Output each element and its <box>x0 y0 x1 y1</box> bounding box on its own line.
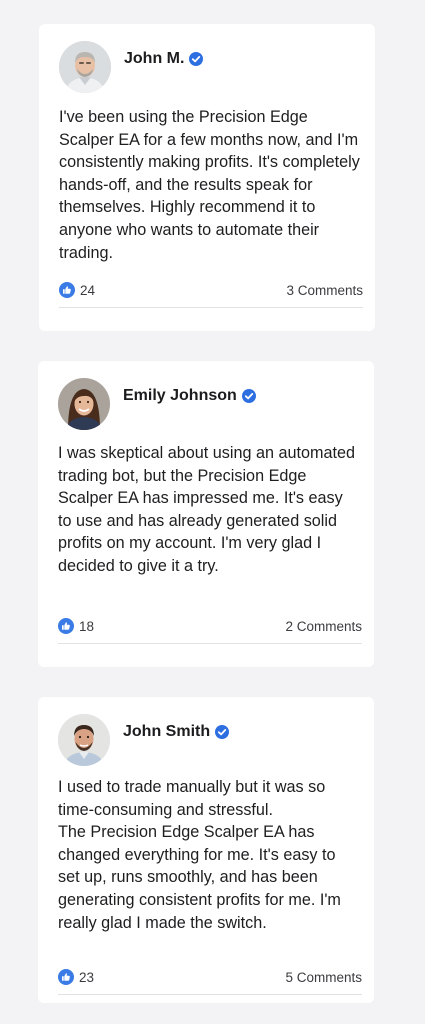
verified-badge-icon <box>189 52 204 66</box>
review-card: John M. I've been using the Precision Ed… <box>39 24 375 331</box>
reviewer-name[interactable]: John M. <box>124 50 184 68</box>
verified-badge-icon <box>241 389 256 403</box>
review-card: Emily Johnson I was skeptical about usin… <box>38 361 374 667</box>
verified-badge-icon <box>215 725 230 739</box>
like-button[interactable]: 24 <box>59 282 95 298</box>
avatar[interactable] <box>59 41 111 93</box>
review-text: I've been using the Precision Edge Scalp… <box>59 108 360 262</box>
like-count: 23 <box>79 969 95 985</box>
review-header: John M. <box>59 40 355 94</box>
like-button[interactable]: 23 <box>58 969 94 985</box>
avatar[interactable] <box>58 714 110 766</box>
review-header: Emily Johnson <box>58 377 354 431</box>
avatar[interactable] <box>58 378 110 430</box>
review-footer: 23 5 Comments <box>58 964 362 995</box>
like-count: 18 <box>79 618 95 634</box>
review-text: I used to trade manually but it was so t… <box>58 778 341 932</box>
comments-link[interactable]: 2 Comments <box>285 619 362 634</box>
review-footer: 18 2 Comments <box>58 613 362 644</box>
thumbs-up-icon <box>59 282 75 298</box>
review-card: John Smith I used to trade manually but … <box>38 697 374 1003</box>
thumbs-up-icon <box>58 618 74 634</box>
review-footer: 24 3 Comments <box>59 277 363 308</box>
thumbs-up-icon <box>58 969 74 985</box>
like-count: 24 <box>80 282 96 298</box>
comments-link[interactable]: 5 Comments <box>285 970 362 985</box>
reviewer-name[interactable]: Emily Johnson <box>123 387 237 405</box>
review-header: John Smith <box>58 713 354 767</box>
like-button[interactable]: 18 <box>58 618 94 634</box>
reviewer-name[interactable]: John Smith <box>123 723 210 741</box>
review-text: I was skeptical about using an automated… <box>58 444 355 575</box>
comments-link[interactable]: 3 Comments <box>286 283 363 298</box>
